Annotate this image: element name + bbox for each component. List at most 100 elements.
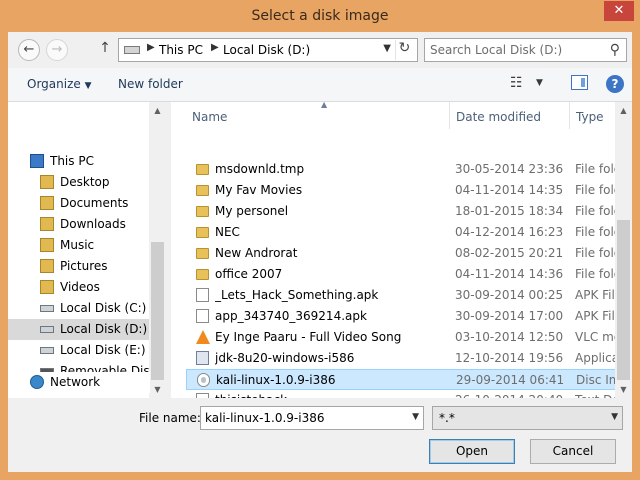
file-name: office 2007 (215, 267, 283, 281)
search-icon[interactable]: ⚲ (610, 42, 620, 58)
file-row-selected[interactable]: kali-linux-1.0.9-i386 29-09-2014 06:41 D… (186, 369, 632, 390)
scrollbar-thumb[interactable] (617, 220, 630, 380)
file-date: 12-10-2014 19:56 (455, 351, 564, 365)
sidebar-item-label: Desktop (60, 175, 110, 189)
scroll-up-icon[interactable]: ▲ (615, 102, 632, 119)
file-type-filter[interactable]: *.* ▼ (432, 406, 623, 430)
file-name-value: kali-linux-1.0.9-i386 (205, 411, 325, 425)
folder-icon (40, 280, 54, 294)
file-date: 30-09-2014 17:00 (455, 309, 564, 323)
sidebar-item-label: Network (50, 375, 101, 389)
sidebar-item-pictures[interactable]: Pictures (8, 256, 150, 277)
file-row[interactable]: New Androrat 08-02-2015 20:21 File folde (186, 243, 632, 264)
column-header-name[interactable]: ▲ Name (186, 102, 450, 129)
back-button[interactable]: ← (18, 39, 40, 61)
file-row[interactable]: My Fav Movies 04-11-2014 14:35 File fold… (186, 180, 632, 201)
application-icon (196, 351, 209, 365)
organize-label: Organize (27, 77, 81, 91)
folder-icon (196, 206, 209, 217)
scroll-up-icon[interactable]: ▲ (149, 102, 166, 119)
dialog-client-area: ← → ↑ ▶ This PC ▶ Local Disk (D:) ▼ ↻ Se… (8, 32, 632, 472)
open-button[interactable]: Open (429, 439, 515, 464)
file-row[interactable]: NEC 04-12-2014 16:23 File folde (186, 222, 632, 243)
file-list: ▲ Name Date modified Type msdownld.tmp 3… (171, 102, 632, 414)
file-row[interactable]: My personel 18-01-2015 18:34 File folde (186, 201, 632, 222)
file-date: 04-11-2014 14:36 (455, 267, 564, 281)
sidebar-item-label: Videos (60, 280, 100, 294)
folder-icon (196, 164, 209, 175)
help-icon[interactable]: ? (606, 75, 624, 93)
sidebar-item-label: Pictures (60, 259, 108, 273)
organize-button[interactable]: Organize ▼ (27, 77, 92, 91)
file-name: kali-linux-1.0.9-i386 (216, 373, 336, 387)
network-icon (30, 375, 44, 389)
sidebar-item-label: Local Disk (E:) (60, 343, 146, 357)
disc-image-icon (197, 373, 210, 387)
folder-icon (196, 227, 209, 238)
file-row[interactable]: _Lets_Hack_Something.apk 30-09-2014 00:2… (186, 285, 632, 306)
file-row[interactable]: Ey Inge Paaru - Full Video Song 03-10-20… (186, 327, 632, 348)
file-list-scrollbar[interactable]: ▲ ▼ (615, 102, 632, 398)
sidebar-item-this-pc[interactable]: This PC (8, 151, 150, 172)
refresh-button[interactable]: ↻ (395, 40, 413, 60)
drive-icon (40, 347, 54, 354)
navigation-pane-scrollbar[interactable]: ▲ ▼ (149, 102, 166, 398)
column-header-label: Name (192, 110, 228, 124)
sidebar-item-videos[interactable]: Videos (8, 277, 150, 298)
sidebar-item-network[interactable]: Network (8, 372, 150, 393)
file-date: 29-09-2014 06:41 (456, 373, 565, 387)
file-name: Ey Inge Paaru - Full Video Song (215, 330, 402, 344)
sidebar-item-downloads[interactable]: Downloads (8, 214, 150, 235)
column-header-date-modified[interactable]: Date modified (450, 102, 570, 129)
file-name: _Lets_Hack_Something.apk (215, 288, 379, 302)
file-row[interactable]: office 2007 04-11-2014 14:36 File folde (186, 264, 632, 285)
file-name-input[interactable]: kali-linux-1.0.9-i386 ▼ (200, 406, 424, 430)
forward-button[interactable]: → (46, 39, 68, 61)
breadcrumb-this-pc[interactable]: This PC (159, 43, 203, 57)
drive-icon (124, 46, 140, 54)
search-input[interactable]: Search Local Disk (D:) ⚲ (424, 38, 627, 62)
file-date: 18-01-2015 18:34 (455, 204, 564, 218)
command-toolbar: Organize ▼ New folder ☷ ▼ ? (8, 68, 632, 102)
sidebar-item-local-disk-c[interactable]: Local Disk (C:) (8, 298, 150, 319)
apk-file-icon (196, 288, 209, 302)
up-button[interactable]: ↑ (96, 40, 114, 60)
chevron-down-icon: ▼ (611, 412, 618, 422)
file-name: app_343740_369214.apk (215, 309, 367, 323)
address-history-dropdown-icon[interactable]: ▼ (383, 43, 391, 54)
file-date: 04-11-2014 14:35 (455, 183, 564, 197)
new-folder-button[interactable]: New folder (118, 77, 183, 91)
view-dropdown-icon[interactable]: ▼ (536, 78, 543, 88)
folder-icon (40, 217, 54, 231)
chevron-down-icon: ▼ (84, 81, 92, 91)
drive-icon (40, 326, 54, 333)
address-bar[interactable]: ▶ This PC ▶ Local Disk (D:) ▼ ↻ (118, 38, 418, 62)
close-button[interactable]: ✕ (604, 1, 634, 21)
file-row[interactable]: msdownld.tmp 30-05-2014 23:36 File folde (186, 159, 632, 180)
file-row[interactable]: app_343740_369214.apk 30-09-2014 17:00 A… (186, 306, 632, 327)
file-name: jdk-8u20-windows-i586 (215, 351, 355, 365)
breadcrumb-local-disk-d[interactable]: Local Disk (D:) (223, 43, 310, 57)
file-date: 04-12-2014 16:23 (455, 225, 564, 239)
folder-icon (196, 269, 209, 280)
sidebar-item-label: Local Disk (C:) (60, 301, 147, 315)
chevron-right-icon: ▶ (211, 42, 219, 53)
view-options-icon[interactable]: ☷ (510, 75, 523, 91)
sidebar-item-music[interactable]: Music (8, 235, 150, 256)
file-name-label: File name: (139, 411, 201, 425)
computer-icon (30, 154, 44, 168)
cancel-button[interactable]: Cancel (530, 439, 616, 464)
scroll-down-icon[interactable]: ▼ (615, 381, 632, 398)
title-bar[interactable]: Select a disk image ✕ (0, 0, 640, 32)
chevron-down-icon[interactable]: ▼ (412, 412, 419, 422)
scrollbar-thumb[interactable] (151, 242, 164, 380)
sidebar-item-desktop[interactable]: Desktop (8, 172, 150, 193)
sidebar-item-local-disk-d[interactable]: Local Disk (D:) (8, 319, 150, 340)
scroll-down-icon[interactable]: ▼ (149, 381, 166, 398)
sidebar-item-documents[interactable]: Documents (8, 193, 150, 214)
sort-ascending-icon: ▲ (321, 102, 328, 109)
sidebar-item-local-disk-e[interactable]: Local Disk (E:) (8, 340, 150, 361)
preview-pane-icon[interactable] (571, 75, 588, 90)
file-row[interactable]: jdk-8u20-windows-i586 12-10-2014 19:56 A… (186, 348, 632, 369)
file-date: 30-05-2014 23:36 (455, 162, 564, 176)
